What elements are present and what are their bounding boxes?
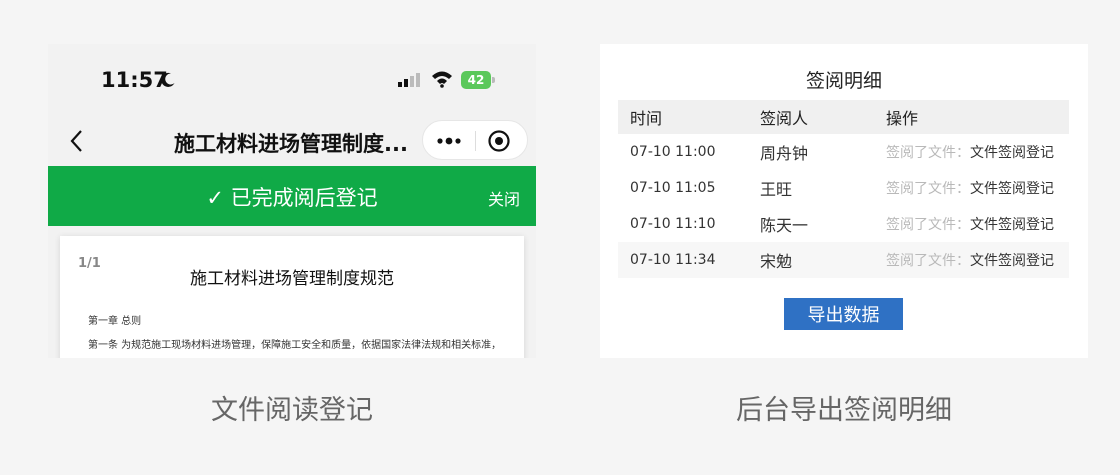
row-action-file: 文件签阅登记 xyxy=(970,217,1054,233)
capsule-divider xyxy=(475,131,476,151)
row-action-prefix: 签阅了文件： xyxy=(886,181,970,197)
back-icon[interactable] xyxy=(68,128,86,154)
sign-table: 时间 签阅人 操作 07-10 11:00 周舟钟 签阅了文件： 文件签阅登记 … xyxy=(618,100,1069,278)
row-action-file: 文件签阅登记 xyxy=(970,145,1054,161)
document-line: 第一章 总则 xyxy=(88,316,142,327)
document-preview: 1/1 施工材料进场管理制度规范 第一章 总则 第一条 为规范施工现场材料进场管… xyxy=(60,236,524,358)
success-banner: ✓ 已完成阅后登记 关闭 xyxy=(48,166,536,226)
row-time: 07-10 11:05 xyxy=(630,180,716,196)
row-action-prefix: 签阅了文件： xyxy=(886,145,970,161)
row-person: 陈天一 xyxy=(760,216,809,235)
banner-message: ✓ 已完成阅后登记 xyxy=(206,186,378,210)
row-action-prefix: 签阅了文件： xyxy=(886,217,970,233)
row-person: 宋勉 xyxy=(760,252,793,271)
row-time: 07-10 11:00 xyxy=(630,144,716,160)
row-time: 07-10 11:10 xyxy=(630,216,716,232)
admin-panel: 签阅明细 时间 签阅人 操作 07-10 11:00 周舟钟 签阅了文件： 文件… xyxy=(600,44,1088,358)
caption-left: 文件阅读登记 xyxy=(211,395,373,426)
target-icon[interactable] xyxy=(487,129,511,153)
table-row: 07-10 11:34 宋勉 签阅了文件： 文件签阅登记 xyxy=(618,242,1069,278)
battery-level: 42 xyxy=(461,71,491,89)
row-time: 07-10 11:34 xyxy=(630,252,716,268)
column-header-action: 操作 xyxy=(886,109,919,128)
row-action: 签阅了文件： 文件签阅登记 xyxy=(886,242,1054,278)
mini-program-capsule xyxy=(422,120,528,160)
phone-screen: 11:57 42 施工材料进场管理制度... ✓ 已完成阅后登记 关闭 1/1 … xyxy=(48,44,536,358)
row-action: 签阅了文件： 文件签阅登记 xyxy=(886,170,1054,206)
row-person: 周舟钟 xyxy=(760,144,809,163)
document-line: 第一条 为规范施工现场材料进场管理，保障施工安全和质量，依据国家法律法规和相关标… xyxy=(88,340,502,351)
nav-bar: 施工材料进场管理制度... xyxy=(48,116,536,166)
status-time: 11:57 xyxy=(101,68,168,92)
table-row: 07-10 11:00 周舟钟 签阅了文件： 文件签阅登记 xyxy=(618,134,1069,170)
more-icon[interactable] xyxy=(435,133,463,149)
wifi-icon xyxy=(432,71,452,88)
row-person: 王旺 xyxy=(760,180,793,199)
battery-icon: 42 xyxy=(461,71,495,89)
row-action-file: 文件签阅登记 xyxy=(970,181,1054,197)
moon-icon xyxy=(161,72,175,87)
status-bar: 11:57 42 xyxy=(48,44,536,116)
row-action: 签阅了文件： 文件签阅登记 xyxy=(886,206,1054,242)
column-header-person: 签阅人 xyxy=(760,109,809,128)
caption-right: 后台导出签阅明细 xyxy=(736,395,952,426)
row-action-file: 文件签阅登记 xyxy=(970,253,1054,269)
close-button[interactable]: 关闭 xyxy=(488,186,520,210)
table-row: 07-10 11:05 王旺 签阅了文件： 文件签阅登记 xyxy=(618,170,1069,206)
document-title: 施工材料进场管理制度规范 xyxy=(190,269,394,289)
row-action: 签阅了文件： 文件签阅登记 xyxy=(886,134,1054,170)
row-action-prefix: 签阅了文件： xyxy=(886,253,970,269)
export-data-button[interactable]: 导出数据 xyxy=(784,298,903,330)
column-header-time: 时间 xyxy=(630,109,663,128)
table-row: 07-10 11:10 陈天一 签阅了文件： 文件签阅登记 xyxy=(618,206,1069,242)
page-title: 施工材料进场管理制度... xyxy=(174,132,408,156)
signal-icon xyxy=(398,73,420,87)
table-header: 时间 签阅人 操作 xyxy=(618,100,1069,134)
admin-title: 签阅明细 xyxy=(805,70,882,92)
battery-tip xyxy=(492,77,495,83)
